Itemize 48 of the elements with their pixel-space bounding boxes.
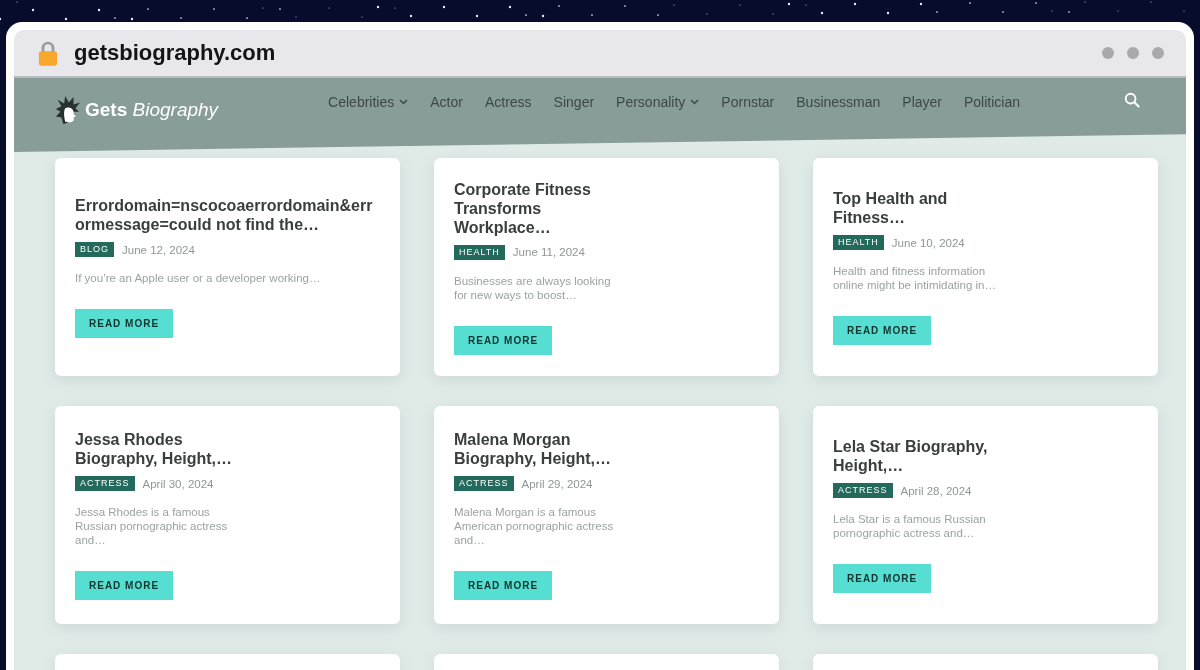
read-more-button[interactable]: READ MORE bbox=[833, 316, 932, 345]
caret-icon bbox=[690, 99, 700, 105]
post-title[interactable]: Top Health and Fitness… bbox=[833, 189, 1005, 227]
nav-link[interactable]: Celebrities bbox=[328, 94, 409, 110]
read-more-button[interactable]: READ MORE bbox=[75, 309, 174, 338]
category-tag[interactable]: HEALTH bbox=[833, 235, 884, 250]
read-more-button[interactable]: READ MORE bbox=[454, 325, 553, 355]
post-date: June 11, 2024 bbox=[512, 246, 585, 258]
category-tag[interactable]: ACTRESS bbox=[833, 483, 893, 498]
post-title[interactable]: Malena Morgan Biography, Height,… bbox=[454, 430, 626, 468]
window-dot-icon bbox=[1152, 47, 1164, 59]
spiky-head-icon[interactable] bbox=[54, 96, 80, 124]
post-title[interactable]: Jessa Rhodes Biography, Height,… bbox=[75, 430, 247, 468]
category-tag[interactable]: ACTRESS bbox=[454, 476, 514, 491]
category-tag[interactable]: HEALTH bbox=[454, 244, 505, 260]
nav-link[interactable]: Player bbox=[902, 94, 942, 110]
nav-link[interactable]: Personality bbox=[616, 94, 700, 110]
nav-link[interactable]: Actress bbox=[484, 94, 532, 110]
nav-link[interactable]: Pornstar bbox=[721, 94, 775, 110]
post-date: April 30, 2024 bbox=[142, 477, 214, 490]
window-dot-icon bbox=[1127, 47, 1139, 59]
address-text: getsbiography.com bbox=[74, 40, 276, 66]
post-title[interactable]: Errordomain=nscocoaerrordomain&errormessage=could not find the… bbox=[75, 196, 380, 234]
read-more-button[interactable]: READ MORE bbox=[833, 564, 932, 593]
post-date: April 28, 2024 bbox=[900, 484, 972, 497]
post-excerpt: Malena Morgan is a famous American pornographic actress and… bbox=[454, 505, 615, 547]
post-excerpt: Health and fitness information online might be intimidating in… bbox=[833, 264, 997, 292]
post-title[interactable]: Lela Star Biography, Height,… bbox=[833, 437, 1005, 475]
read-more-button[interactable]: READ MORE bbox=[454, 571, 553, 600]
nav-link[interactable]: Actor bbox=[430, 94, 463, 110]
caret-icon bbox=[399, 99, 409, 105]
post-date: June 10, 2024 bbox=[891, 236, 965, 249]
post-excerpt: Lela Star is a famous Russian pornographic actress and… bbox=[833, 512, 987, 540]
post-excerpt: If you’re an Apple user or a developer working… bbox=[75, 271, 321, 285]
read-more-button[interactable]: READ MORE bbox=[75, 571, 174, 600]
post-excerpt: Jessa Rhodes is a famous Russian pornographic actress and… bbox=[75, 505, 229, 547]
nav-link[interactable]: Singer bbox=[553, 94, 595, 110]
padlock-icon bbox=[38, 40, 58, 66]
category-tag[interactable]: ACTRESS bbox=[75, 476, 135, 491]
post-date: June 12, 2024 bbox=[122, 243, 195, 256]
post-date: April 29, 2024 bbox=[521, 477, 593, 490]
nav-link[interactable]: Politician bbox=[964, 94, 1021, 110]
post-excerpt: Businesses are always looking for new ways to boost… bbox=[454, 273, 612, 302]
category-tag[interactable]: BLOG bbox=[75, 242, 114, 257]
window-dot-icon bbox=[1102, 47, 1114, 59]
nav-link[interactable]: Businessman bbox=[796, 94, 881, 110]
search-icon[interactable] bbox=[1124, 92, 1140, 108]
post-title[interactable]: Corporate Fitness Transforms Workplace… bbox=[454, 179, 626, 237]
